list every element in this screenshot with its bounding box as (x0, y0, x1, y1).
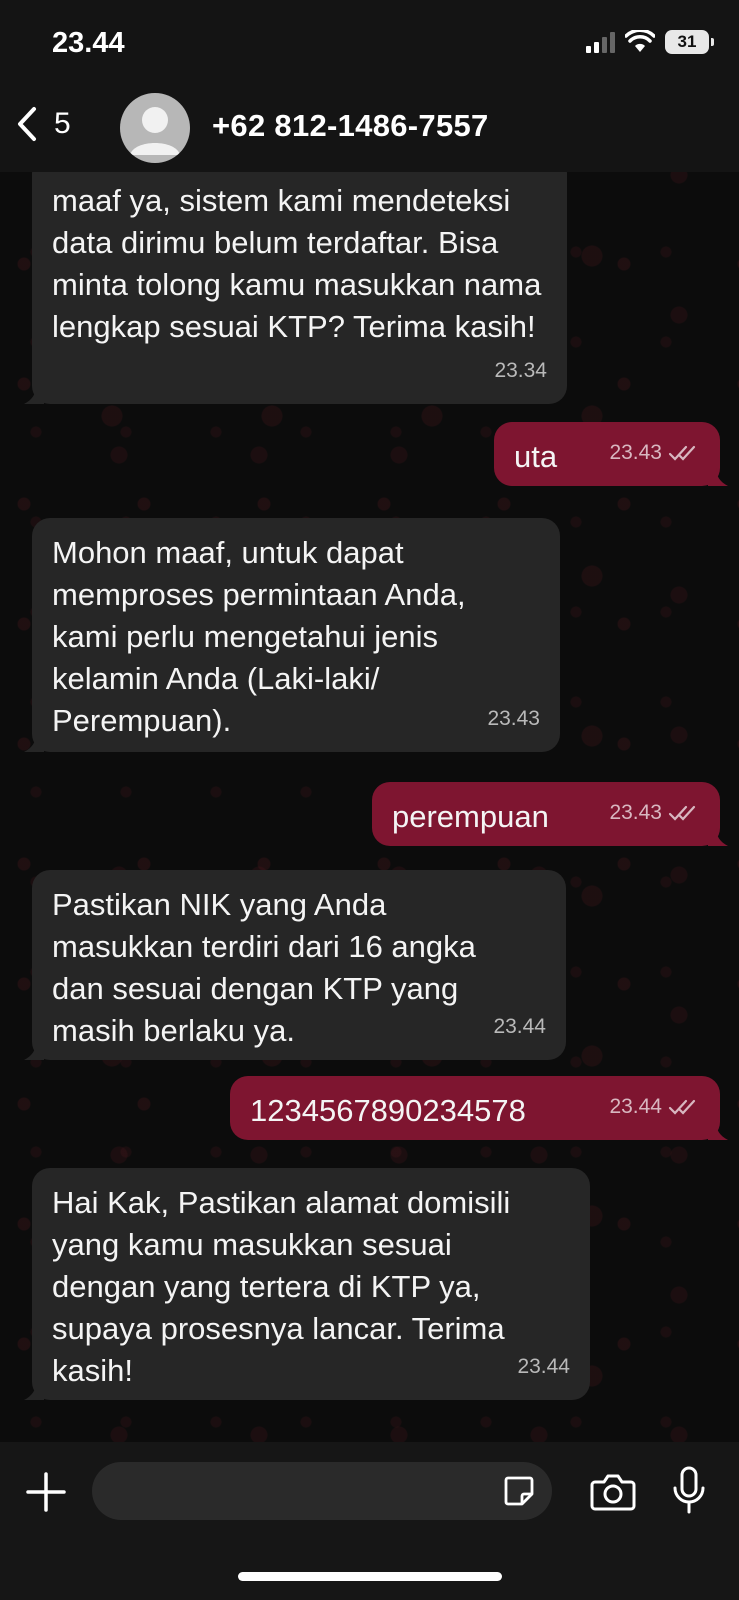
message-time: 23.44 (493, 1015, 546, 1038)
avatar[interactable] (120, 93, 190, 163)
bubble-tail (24, 386, 44, 404)
bubble-tail (708, 468, 728, 486)
status-icons: 31 (586, 30, 714, 54)
message-incoming[interactable]: Hai Kak, Pastikan alamat domisili yang k… (24, 1168, 590, 1400)
signal-icon (586, 31, 615, 53)
message-time: 23.34 (494, 359, 547, 382)
message-incoming[interactable]: Mohon maaf, untuk dapat memproses permin… (24, 518, 560, 752)
bubble-tail (708, 1122, 728, 1140)
message-incoming[interactable]: Pastikan NIK yang Anda masukkan terdiri … (24, 870, 566, 1060)
contact-name[interactable]: +62 812-1486-7557 (212, 108, 489, 144)
bubble-tail (24, 1042, 44, 1060)
home-indicator[interactable] (238, 1572, 502, 1581)
wifi-icon (625, 30, 655, 52)
message-outgoing[interactable]: uta 23.43 (494, 422, 728, 486)
double-check-icon (668, 445, 696, 461)
message-text: Pastikan NIK yang Anda masukkan terdiri … (52, 887, 476, 1048)
message-time: 23.44 (517, 1355, 570, 1378)
bubble-tail (24, 734, 44, 752)
chevron-left-icon (18, 107, 36, 141)
message-outgoing[interactable]: perempuan 23.43 (372, 782, 728, 846)
message-time: 23.43 (609, 432, 700, 474)
plus-icon[interactable] (26, 1472, 66, 1512)
status-time: 23.44 (52, 27, 125, 59)
message-text: Mohon maaf, untuk dapat memproses permin… (52, 535, 466, 738)
camera-icon[interactable] (590, 1472, 636, 1512)
message-time: 23.44 (609, 1086, 700, 1128)
top-bar: 23.44 31 5 +62 812-1486-7557 (0, 0, 739, 172)
bubble-tail (24, 1382, 44, 1400)
person-icon (130, 107, 180, 155)
message-list[interactable]: maaf ya, sistem kami mendeteksi data dir… (0, 172, 739, 1442)
message-incoming[interactable]: maaf ya, sistem kami mendeteksi data dir… (24, 172, 567, 404)
battery-icon: 31 (665, 30, 714, 54)
message-time: 23.43 (609, 792, 700, 834)
double-check-icon (668, 805, 696, 821)
composer-bar (0, 1442, 739, 1600)
double-check-icon (668, 1099, 696, 1115)
message-outgoing[interactable]: 1234567890234578 23.44 (230, 1076, 728, 1140)
bubble-tail (708, 828, 728, 846)
message-text: maaf ya, sistem kami mendeteksi data dir… (52, 183, 542, 344)
message-time: 23.43 (487, 707, 540, 730)
microphone-icon[interactable] (672, 1466, 706, 1514)
unread-count: 5 (54, 107, 71, 140)
message-text: Hai Kak, Pastikan alamat domisili yang k… (52, 1185, 511, 1388)
sticker-icon[interactable] (502, 1474, 536, 1508)
message-input[interactable] (92, 1462, 552, 1520)
back-button[interactable]: 5 (16, 106, 71, 142)
